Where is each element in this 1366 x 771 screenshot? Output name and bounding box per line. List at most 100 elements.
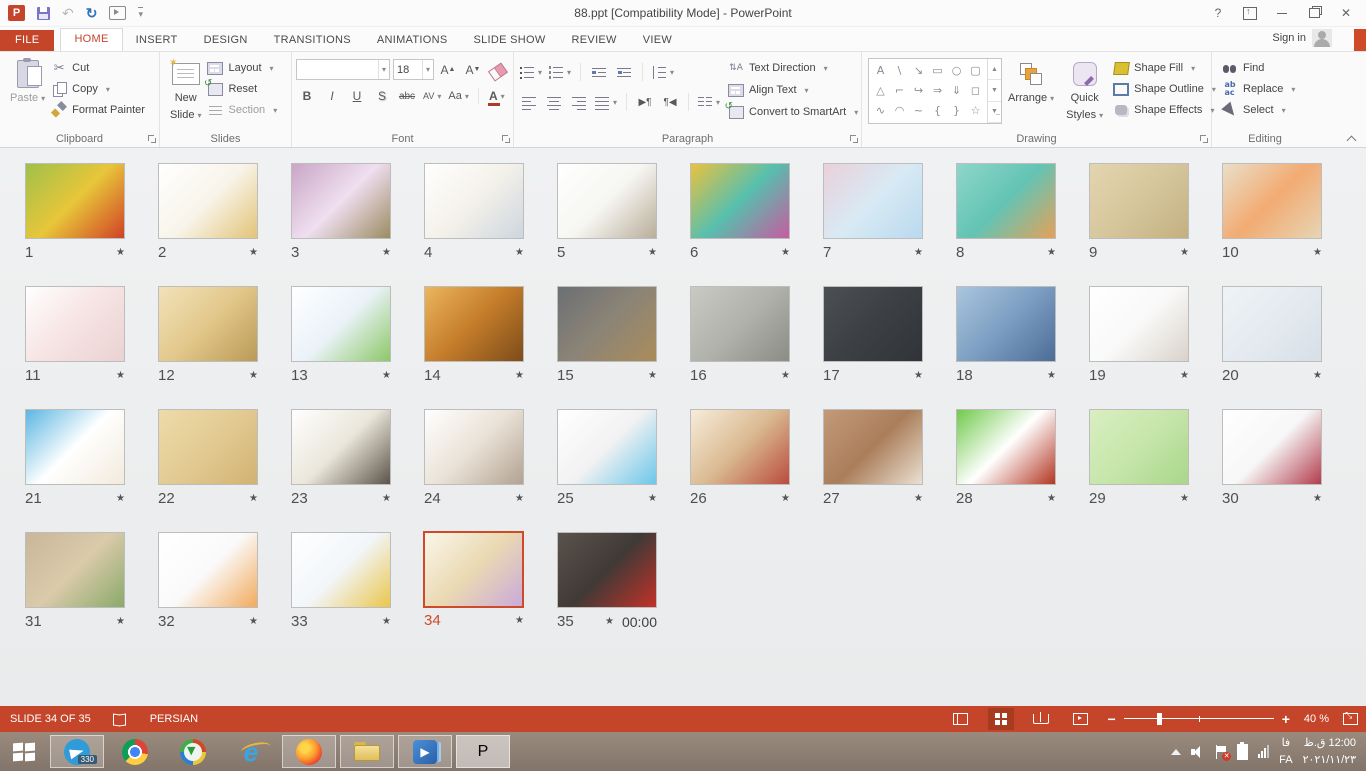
align-right-button[interactable] bbox=[568, 93, 590, 112]
slide-thumbnail-14[interactable] bbox=[424, 286, 524, 362]
change-case-button[interactable]: Aa bbox=[446, 87, 470, 106]
transition-star-icon[interactable]: ★ bbox=[1047, 370, 1056, 381]
slide-thumbnail-34[interactable] bbox=[423, 531, 524, 608]
slide-thumbnail-10[interactable] bbox=[1222, 163, 1322, 239]
shape-option-15[interactable]: { bbox=[928, 100, 947, 120]
transition-star-icon[interactable]: ★ bbox=[249, 493, 258, 504]
select-button[interactable]: Select bbox=[1222, 102, 1295, 118]
character-spacing-button[interactable]: AV bbox=[421, 87, 443, 106]
arrange-button[interactable]: Arrange bbox=[1002, 56, 1060, 130]
transition-star-icon[interactable]: ★ bbox=[382, 493, 391, 504]
taskbar-powerpoint-button[interactable]: P bbox=[456, 735, 510, 768]
tab-transitions[interactable]: TRANSITIONS bbox=[261, 30, 364, 51]
zoom-slider-knob[interactable] bbox=[1157, 713, 1162, 725]
collapse-ribbon-icon[interactable] bbox=[1346, 133, 1358, 143]
transition-star-icon[interactable]: ★ bbox=[1313, 370, 1322, 381]
shape-option-11[interactable]: ◻ bbox=[966, 80, 985, 100]
tab-file[interactable]: FILE bbox=[0, 30, 54, 51]
shapes-more-icon[interactable]: ▼̲ bbox=[988, 102, 1001, 123]
line-spacing-button[interactable] bbox=[650, 63, 676, 82]
section-button[interactable]: Section bbox=[207, 102, 277, 118]
clipboard-dialog-launcher[interactable] bbox=[148, 135, 156, 143]
text-shadow-button[interactable]: S bbox=[371, 87, 393, 106]
tab-review[interactable]: REVIEW bbox=[559, 30, 630, 51]
columns-button[interactable] bbox=[696, 93, 722, 112]
action-center-flag-icon[interactable]: ✕ bbox=[1215, 745, 1227, 759]
shape-option-8[interactable]: ↪ bbox=[909, 80, 928, 100]
shape-option-2[interactable]: ↘ bbox=[909, 60, 928, 80]
transition-star-icon[interactable]: ★ bbox=[781, 247, 790, 258]
slide-thumbnail-25[interactable] bbox=[557, 409, 657, 485]
shape-option-4[interactable]: ○ bbox=[947, 60, 966, 80]
paragraph-dialog-launcher[interactable] bbox=[850, 135, 858, 143]
slide-thumbnail-35[interactable] bbox=[557, 532, 657, 608]
transition-star-icon[interactable]: ★ bbox=[515, 493, 524, 504]
shape-option-13[interactable]: ◠ bbox=[890, 100, 909, 120]
taskbar-idm-button[interactable] bbox=[166, 735, 220, 768]
slide-thumbnail-27[interactable] bbox=[823, 409, 923, 485]
tab-insert[interactable]: INSERT bbox=[123, 30, 191, 51]
shape-option-9[interactable]: ⇒ bbox=[928, 80, 947, 100]
transition-star-icon[interactable]: ★ bbox=[1180, 493, 1189, 504]
slide-thumbnail-30[interactable] bbox=[1222, 409, 1322, 485]
transition-star-icon[interactable]: ★ bbox=[914, 493, 923, 504]
save-icon[interactable] bbox=[37, 7, 50, 20]
transition-star-icon[interactable]: ★ bbox=[515, 247, 524, 258]
transition-star-icon[interactable]: ★ bbox=[382, 616, 391, 627]
undo-icon[interactable]: ↶ bbox=[62, 6, 74, 20]
fit-to-window-icon[interactable] bbox=[1343, 713, 1358, 725]
slide-thumbnail-17[interactable] bbox=[823, 286, 923, 362]
shape-option-17[interactable]: ☆ bbox=[966, 100, 985, 120]
reset-button[interactable]: Reset bbox=[207, 81, 277, 97]
increase-indent-button[interactable] bbox=[613, 63, 635, 82]
transition-star-icon[interactable]: ★ bbox=[1313, 493, 1322, 504]
font-color-button[interactable]: A bbox=[486, 87, 508, 106]
copy-button[interactable]: Copy bbox=[51, 81, 145, 97]
transition-star-icon[interactable]: ★ bbox=[515, 370, 524, 381]
normal-view-button[interactable] bbox=[948, 708, 974, 730]
slide-thumbnail-19[interactable] bbox=[1089, 286, 1189, 362]
tray-expand-icon[interactable] bbox=[1171, 749, 1181, 755]
shape-fill-button[interactable]: Shape Fill bbox=[1113, 60, 1216, 76]
slide-thumbnail-6[interactable] bbox=[690, 163, 790, 239]
slide-thumbnail-28[interactable] bbox=[956, 409, 1056, 485]
find-button[interactable]: Find bbox=[1222, 60, 1295, 76]
shape-outline-button[interactable]: Shape Outline bbox=[1113, 81, 1216, 97]
slide-thumbnail-33[interactable] bbox=[291, 532, 391, 608]
numbering-button[interactable] bbox=[547, 63, 573, 82]
shape-option-6[interactable]: △ bbox=[871, 80, 890, 100]
transition-star-icon[interactable]: ★ bbox=[249, 616, 258, 627]
slide-thumbnail-21[interactable] bbox=[25, 409, 125, 485]
slide-thumbnail-29[interactable] bbox=[1089, 409, 1189, 485]
slide-thumbnail-7[interactable] bbox=[823, 163, 923, 239]
slide-thumbnail-13[interactable] bbox=[291, 286, 391, 362]
transition-star-icon[interactable]: ★ bbox=[648, 493, 657, 504]
bullets-button[interactable] bbox=[518, 63, 544, 82]
transition-star-icon[interactable]: ★ bbox=[116, 247, 125, 258]
close-icon[interactable]: ✕ bbox=[1332, 3, 1360, 23]
shape-effects-button[interactable]: Shape Effects bbox=[1113, 102, 1216, 118]
taskbar-explorer-button[interactable] bbox=[340, 735, 394, 768]
taskbar-chrome-button[interactable] bbox=[108, 735, 162, 768]
decrease-font-size-button[interactable]: A▼ bbox=[462, 60, 484, 79]
clear-formatting-button[interactable] bbox=[487, 60, 509, 79]
transition-star-icon[interactable]: ★ bbox=[781, 370, 790, 381]
zoom-in-button[interactable]: + bbox=[1282, 711, 1290, 727]
transition-star-icon[interactable]: ★ bbox=[515, 615, 524, 626]
transition-star-icon[interactable]: ★ bbox=[249, 370, 258, 381]
underline-button[interactable]: U bbox=[346, 87, 368, 106]
tab-design[interactable]: DESIGN bbox=[191, 30, 261, 51]
shapes-scroll-up-icon[interactable]: ▲ bbox=[988, 59, 1001, 80]
new-slide-button[interactable]: New Slide bbox=[164, 56, 207, 130]
transition-star-icon[interactable]: ★ bbox=[914, 247, 923, 258]
taskbar-wmp-button[interactable]: ▶ bbox=[398, 735, 452, 768]
transition-star-icon[interactable]: ★ bbox=[648, 370, 657, 381]
strikethrough-button[interactable]: abc bbox=[396, 87, 418, 106]
slide-thumbnail-11[interactable] bbox=[25, 286, 125, 362]
battery-icon[interactable] bbox=[1237, 744, 1248, 760]
slide-thumbnail-9[interactable] bbox=[1089, 163, 1189, 239]
slide-thumbnail-5[interactable] bbox=[557, 163, 657, 239]
slide-thumbnail-1[interactable] bbox=[25, 163, 125, 239]
shape-option-16[interactable]: } bbox=[947, 100, 966, 120]
shape-option-1[interactable]: \ bbox=[890, 60, 909, 80]
